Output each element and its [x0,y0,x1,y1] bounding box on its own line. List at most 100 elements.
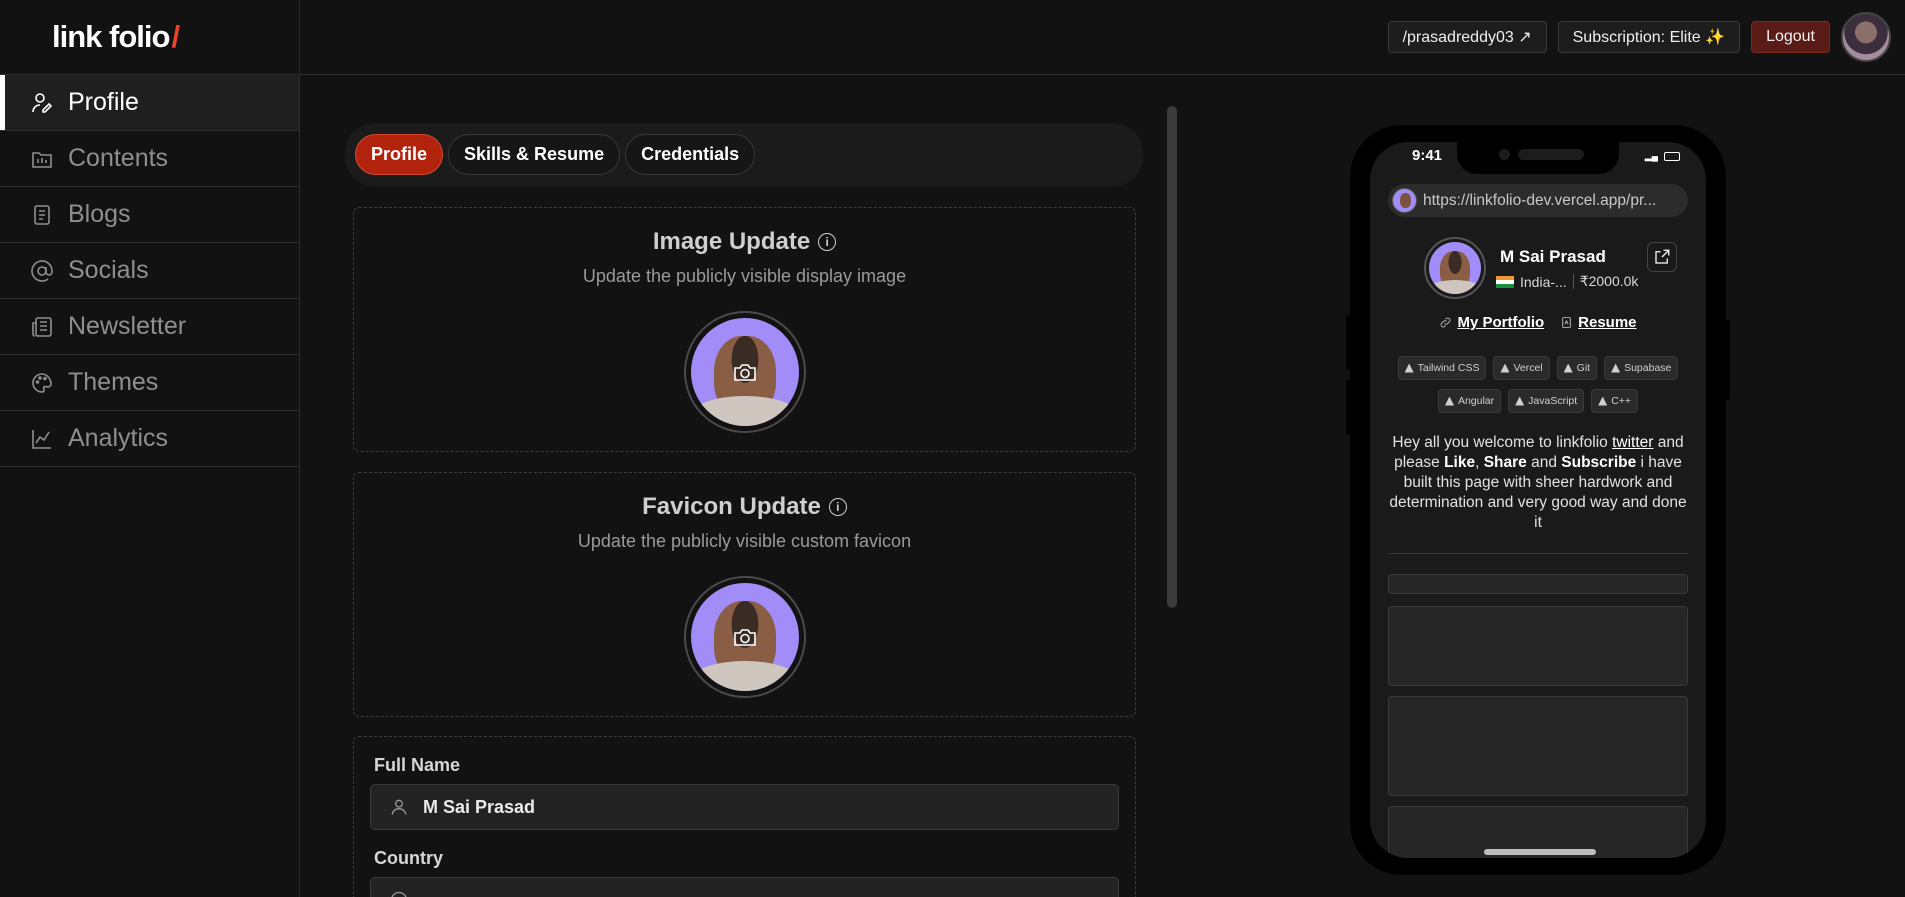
sidebar: link folio / Profile Contents Blogs Socia… [0,0,300,897]
image-update-subtitle: Update the publicly visible display imag… [582,266,907,286]
favicon-update-title: Favicon Update [642,493,821,520]
book-icon [34,204,50,225]
editor-scrollbar[interactable] [1167,106,1177,608]
sidebar-item-newsletter[interactable]: Newsletter [0,299,299,355]
sidebar-item-label: Socials [68,256,149,284]
sidebar-item-label: Analytics [68,424,169,452]
preview-country: India-... [1520,273,1567,290]
full-name-input[interactable]: M Sai Prasad [370,784,1119,830]
country-label: Country [374,848,443,868]
sidebar-item-socials[interactable]: Socials [0,243,299,299]
sidebar-item-blogs[interactable]: Blogs [0,187,299,243]
link-icon [1441,317,1451,328]
favicon [1392,188,1417,213]
phone-notch [1457,142,1619,174]
preview-name: M Sai Prasad [1500,247,1606,266]
newspaper-icon [32,316,52,337]
portfolio-link[interactable]: My Portfolio [1439,314,1544,331]
info-icon[interactable]: i [828,498,847,516]
cpp-icon [1598,396,1608,406]
sidebar-item-label: Newsletter [68,312,187,340]
git-icon [1563,363,1573,373]
skill-chip: Git [1556,356,1598,380]
resume-link[interactable]: Resume [1560,314,1637,331]
logo-slash: / [171,19,180,54]
content-placeholder [1388,696,1688,796]
skill-chip: JavaScript [1508,389,1585,413]
preview-divider [1388,553,1688,554]
signal-icon: ▂▄ [1644,151,1658,161]
content-placeholder [1388,574,1688,594]
user-icon [391,799,407,815]
tab-skills-resume[interactable]: Skills & Resume [448,134,621,175]
tab-profile[interactable]: Profile [355,134,444,175]
status-icons: ▂▄ [1645,151,1680,162]
skill-chip: Vercel [1493,356,1550,380]
sidebar-item-profile[interactable]: Profile [0,75,299,131]
sidebar-item-contents[interactable]: Contents [0,131,299,187]
preview-avatar [1424,237,1486,299]
home-indicator [1484,849,1596,855]
subscription-button[interactable]: Subscription: Elite ✨ [1557,21,1741,53]
full-name-value: M Sai Prasad [423,796,536,817]
camera-icon [733,629,756,646]
globe-icon [391,891,407,897]
skill-chip: Angular [1437,389,1502,413]
skill-chip: C++ [1591,389,1639,413]
user-edit-icon [32,92,53,113]
angular-icon [1444,396,1454,406]
sidebar-item-label: Profile [68,88,139,116]
favicon-update-card: Favicon Update i Update the publicly vis… [353,472,1136,717]
tailwind-icon [1404,363,1414,373]
profile-form-card: Full Name M Sai Prasad Country [353,736,1136,897]
tab-credentials[interactable]: Credentials [625,134,756,175]
twitter-link[interactable]: twitter [1612,434,1653,451]
skill-chip: Supabase [1604,356,1679,380]
info-icon[interactable]: i [818,233,837,251]
user-avatar[interactable] [1841,12,1891,62]
skill-chip: Tailwind CSS [1397,356,1487,380]
preview-meta: India-... ₹2000.0k [1496,273,1638,290]
display-image-upload[interactable] [683,311,806,433]
app-logo[interactable]: link folio / [0,0,299,75]
status-time: 9:41 [1412,147,1443,164]
supabase-icon [1611,363,1621,373]
battery-icon [1664,152,1680,161]
content-placeholder [1388,606,1688,686]
preview-url: https://linkfolio-dev.vercel.app/pr... [1423,191,1657,209]
sidebar-item-analytics[interactable]: Analytics [0,411,299,467]
sidebar-item-themes[interactable]: Themes [0,355,299,411]
javascript-icon [1515,396,1525,406]
at-sign-icon [31,259,53,282]
profile-handle-link[interactable]: /prasadreddy03 ↗ [1387,21,1547,53]
palette-icon [32,372,52,393]
sidebar-item-label: Themes [68,368,159,396]
favicon-update-subtitle: Update the publicly visible custom favic… [577,531,912,551]
preview-bio: Hey all you welcome to linkfolio twitter… [1389,434,1687,531]
external-link-icon [1655,249,1670,264]
profile-tabs: Profile Skills & Resume Credentials [345,123,1143,186]
sidebar-item-label: Blogs [68,200,131,228]
india-flag-icon [1496,275,1514,288]
logout-button[interactable]: Logout [1751,21,1830,53]
country-input[interactable] [370,877,1119,897]
preview-links: My Portfolio Resume [1370,314,1706,331]
vercel-icon [1500,363,1510,373]
preview-amount: ₹2000.0k [1579,273,1639,289]
display-image [690,318,799,426]
logo-text: link folio [52,19,170,54]
preview-url-bar[interactable]: https://linkfolio-dev.vercel.app/pr... [1388,184,1688,217]
top-bar: /prasadreddy03 ↗ Subscription: Elite ✨ L… [300,0,1905,75]
full-name-label: Full Name [374,755,461,775]
image-update-card: Image Update i Update the publicly visib… [353,207,1136,452]
image-update-title: Image Update [652,228,811,255]
mobile-preview: 9:41 ▂▄ https://linkfolio-dev.vercel.app… [1346,125,1730,875]
file-icon [1562,317,1571,328]
favicon-image [690,583,799,691]
sidebar-item-label: Contents [68,144,169,172]
favicon-upload[interactable] [683,576,806,698]
folder-icon [32,151,52,168]
open-external-button[interactable] [1647,242,1677,272]
chart-line-icon [32,429,51,449]
camera-icon [733,364,756,381]
